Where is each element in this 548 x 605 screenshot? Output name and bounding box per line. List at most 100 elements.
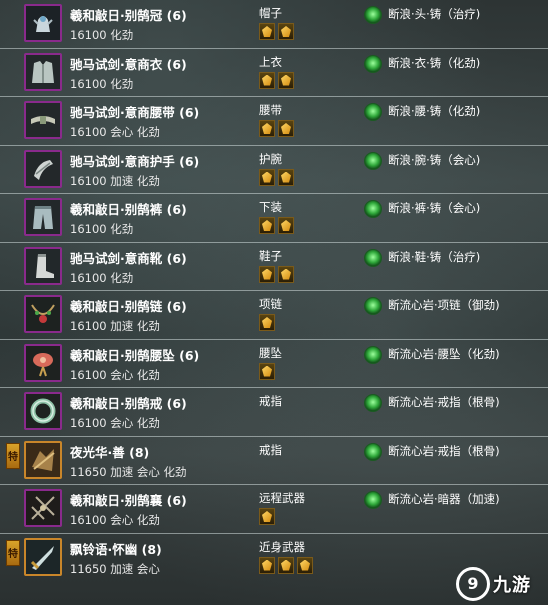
ring-icon[interactable] bbox=[24, 392, 62, 430]
equipment-row[interactable]: 羲和敲日·别鹄戒 (6) 16100 会心 化劲 戒指 断流心岩·戒指（根骨) bbox=[0, 388, 548, 437]
socket-gem-icon[interactable] bbox=[259, 362, 275, 380]
hat-icon[interactable] bbox=[24, 4, 62, 42]
item-name: 羲和敲日·别鹄冠 (6) bbox=[70, 8, 187, 23]
socket-gem-icon[interactable] bbox=[297, 556, 313, 574]
enhance-gem-icon[interactable] bbox=[364, 248, 382, 267]
item-enhancement: 断浪·鞋·铸（治疗) bbox=[388, 249, 481, 264]
item-enhancement: 断流心岩·暗器（加速) bbox=[388, 492, 500, 506]
watermark-text: 九游 bbox=[493, 574, 531, 596]
item-name: 驰马试剑·意商腰带 (6) bbox=[70, 105, 200, 120]
socket-group bbox=[259, 556, 313, 574]
equipment-row[interactable]: 羲和敲日·别鹄腰坠 (6) 16100 会心 化劲 腰坠 断流心岩·腰坠（化劲) bbox=[0, 340, 548, 388]
item-name: 羲和敲日·别鹄戒 (6) bbox=[70, 396, 187, 411]
nine-game-logo-icon: 9 bbox=[456, 566, 490, 601]
socket-gem-icon[interactable] bbox=[259, 71, 275, 89]
robe-icon[interactable] bbox=[24, 52, 62, 91]
socket-gem-icon[interactable] bbox=[259, 265, 275, 283]
item-stats: 16100 加速 化劲 bbox=[70, 319, 160, 333]
enhance-gem-icon[interactable] bbox=[364, 345, 382, 364]
socket-group bbox=[259, 265, 294, 283]
equipment-row[interactable]: 羲和敲日·别鹄裤 (6) 16100 化劲 下装 断浪·裤·铸（会心) bbox=[0, 194, 548, 243]
socket-gem-icon[interactable] bbox=[259, 508, 275, 525]
item-name: 羲和敲日·别鹄腰坠 (6) bbox=[70, 347, 200, 363]
item-name: 羲和敲日·别鹄链 (6) bbox=[70, 299, 187, 314]
item-enhancement: 断浪·裤·铸（会心) bbox=[388, 201, 481, 215]
equipment-row[interactable]: 驰马试剑·意商靴 (6) 16100 化劲 鞋子 断浪·鞋·铸（治疗) bbox=[0, 243, 548, 291]
socket-gem-icon[interactable] bbox=[278, 168, 294, 186]
item-slot: 腰坠 bbox=[259, 345, 282, 360]
item-slot: 鞋子 bbox=[259, 248, 282, 263]
item-enhancement: 断浪·头·铸（治疗) bbox=[388, 7, 481, 21]
pendant-icon[interactable] bbox=[24, 343, 62, 382]
socket-gem-icon[interactable] bbox=[259, 168, 275, 186]
pants-icon[interactable] bbox=[24, 198, 62, 236]
equipment-row[interactable]: 特 夜光华·善 (8) 11650 加速 会心 化劲 戒指 断流心岩·戒指（根骨… bbox=[0, 437, 548, 485]
socket-gem-icon[interactable] bbox=[278, 71, 294, 89]
enhance-gem-icon[interactable] bbox=[364, 297, 382, 315]
socket-group bbox=[259, 217, 294, 234]
item-name: 羲和敲日·别鹄裤 (6) bbox=[70, 202, 187, 217]
enhance-gem-icon[interactable] bbox=[364, 491, 382, 509]
socket-gem-icon[interactable] bbox=[259, 556, 275, 574]
enhance-gem-icon[interactable] bbox=[364, 200, 382, 218]
item-slot: 项链 bbox=[259, 297, 282, 311]
socket-gem-icon[interactable] bbox=[259, 217, 275, 234]
socket-gem-icon[interactable] bbox=[259, 23, 275, 40]
ranged-weapon-icon[interactable] bbox=[24, 489, 62, 527]
socket-gem-icon[interactable] bbox=[259, 120, 275, 137]
item-name: 夜光华·善 (8) bbox=[70, 444, 150, 460]
enhance-gem-icon[interactable] bbox=[364, 151, 382, 170]
item-slot: 上衣 bbox=[259, 54, 282, 69]
item-stats: 16100 化劲 bbox=[70, 28, 134, 42]
item-name: 飘铃语·怀幽 (8) bbox=[70, 541, 162, 557]
item-slot: 近身武器 bbox=[259, 539, 305, 554]
item-stats: 16100 会心 化劲 bbox=[70, 513, 160, 527]
equipment-row[interactable]: 驰马试剑·意商腰带 (6) 16100 会心 化劲 腰带 断浪·腰·铸（化劲) bbox=[0, 97, 548, 146]
item-stats: 16100 化劲 bbox=[70, 222, 134, 236]
enhance-gem-icon[interactable] bbox=[364, 6, 382, 24]
necklace-icon[interactable] bbox=[24, 295, 62, 333]
item-slot: 戒指 bbox=[259, 442, 282, 457]
item-name: 驰马试剑·意商靴 (6) bbox=[70, 250, 187, 266]
enhance-gem-icon[interactable] bbox=[364, 442, 382, 461]
equipment-row[interactable]: 驰马试剑·意商衣 (6) 16100 化劲 上衣 断浪·衣·铸（化劲) bbox=[0, 49, 548, 97]
socket-group bbox=[259, 508, 275, 525]
item-enhancement: 断浪·衣·铸（化劲) bbox=[388, 55, 481, 70]
item-stats: 16100 化劲 bbox=[70, 76, 134, 91]
socket-gem-icon[interactable] bbox=[278, 217, 294, 234]
socket-gem-icon[interactable] bbox=[259, 314, 275, 331]
item-slot: 下装 bbox=[259, 200, 282, 214]
item-name: 驰马试剑·意商衣 (6) bbox=[70, 56, 187, 72]
bracer-icon[interactable] bbox=[24, 149, 62, 188]
equipment-row[interactable]: 驰马试剑·意商护手 (6) 16100 加速 化劲 护腕 断浪·腕·铸（会心) bbox=[0, 146, 548, 194]
equipment-row[interactable]: 羲和敲日·别鹄冠 (6) 16100 化劲 帽子 断浪·头·铸（治疗) bbox=[0, 0, 548, 49]
item-slot: 远程武器 bbox=[259, 491, 305, 505]
item-enhancement: 断浪·腰·铸（化劲) bbox=[388, 104, 481, 118]
enhance-gem-icon[interactable] bbox=[364, 103, 382, 121]
item-stats: 16100 会心 化劲 bbox=[70, 367, 160, 382]
ring-special-icon[interactable] bbox=[24, 440, 62, 479]
item-slot: 护腕 bbox=[259, 151, 282, 166]
belt-icon[interactable] bbox=[24, 101, 62, 139]
item-stats: 16100 会心 化劲 bbox=[70, 125, 160, 139]
socket-gem-icon[interactable] bbox=[278, 23, 294, 40]
socket-group bbox=[259, 168, 294, 186]
equipment-row[interactable]: 羲和敲日·别鹄襄 (6) 16100 会心 化劲 远程武器 断流心岩·暗器（加速… bbox=[0, 485, 548, 534]
item-enhancement: 断浪·腕·铸（会心) bbox=[388, 152, 481, 167]
socket-group bbox=[259, 120, 294, 137]
socket-group bbox=[259, 71, 294, 89]
enhance-gem-icon[interactable] bbox=[364, 394, 382, 412]
melee-weapon-icon[interactable] bbox=[24, 537, 62, 576]
special-badge: 特 bbox=[6, 442, 20, 469]
item-slot: 戒指 bbox=[259, 394, 282, 408]
socket-gem-icon[interactable] bbox=[278, 120, 294, 137]
socket-gem-icon[interactable] bbox=[278, 556, 294, 574]
boots-icon[interactable] bbox=[24, 246, 62, 285]
socket-group bbox=[259, 314, 275, 331]
enhance-gem-icon[interactable] bbox=[364, 54, 382, 73]
special-badge: 特 bbox=[6, 539, 20, 566]
socket-gem-icon[interactable] bbox=[278, 265, 294, 283]
equipment-row[interactable]: 羲和敲日·别鹄链 (6) 16100 加速 化劲 项链 断流心岩·项链（御劲) bbox=[0, 291, 548, 340]
socket-group bbox=[259, 362, 275, 380]
watermark-logo: 9 九游 bbox=[456, 562, 548, 605]
